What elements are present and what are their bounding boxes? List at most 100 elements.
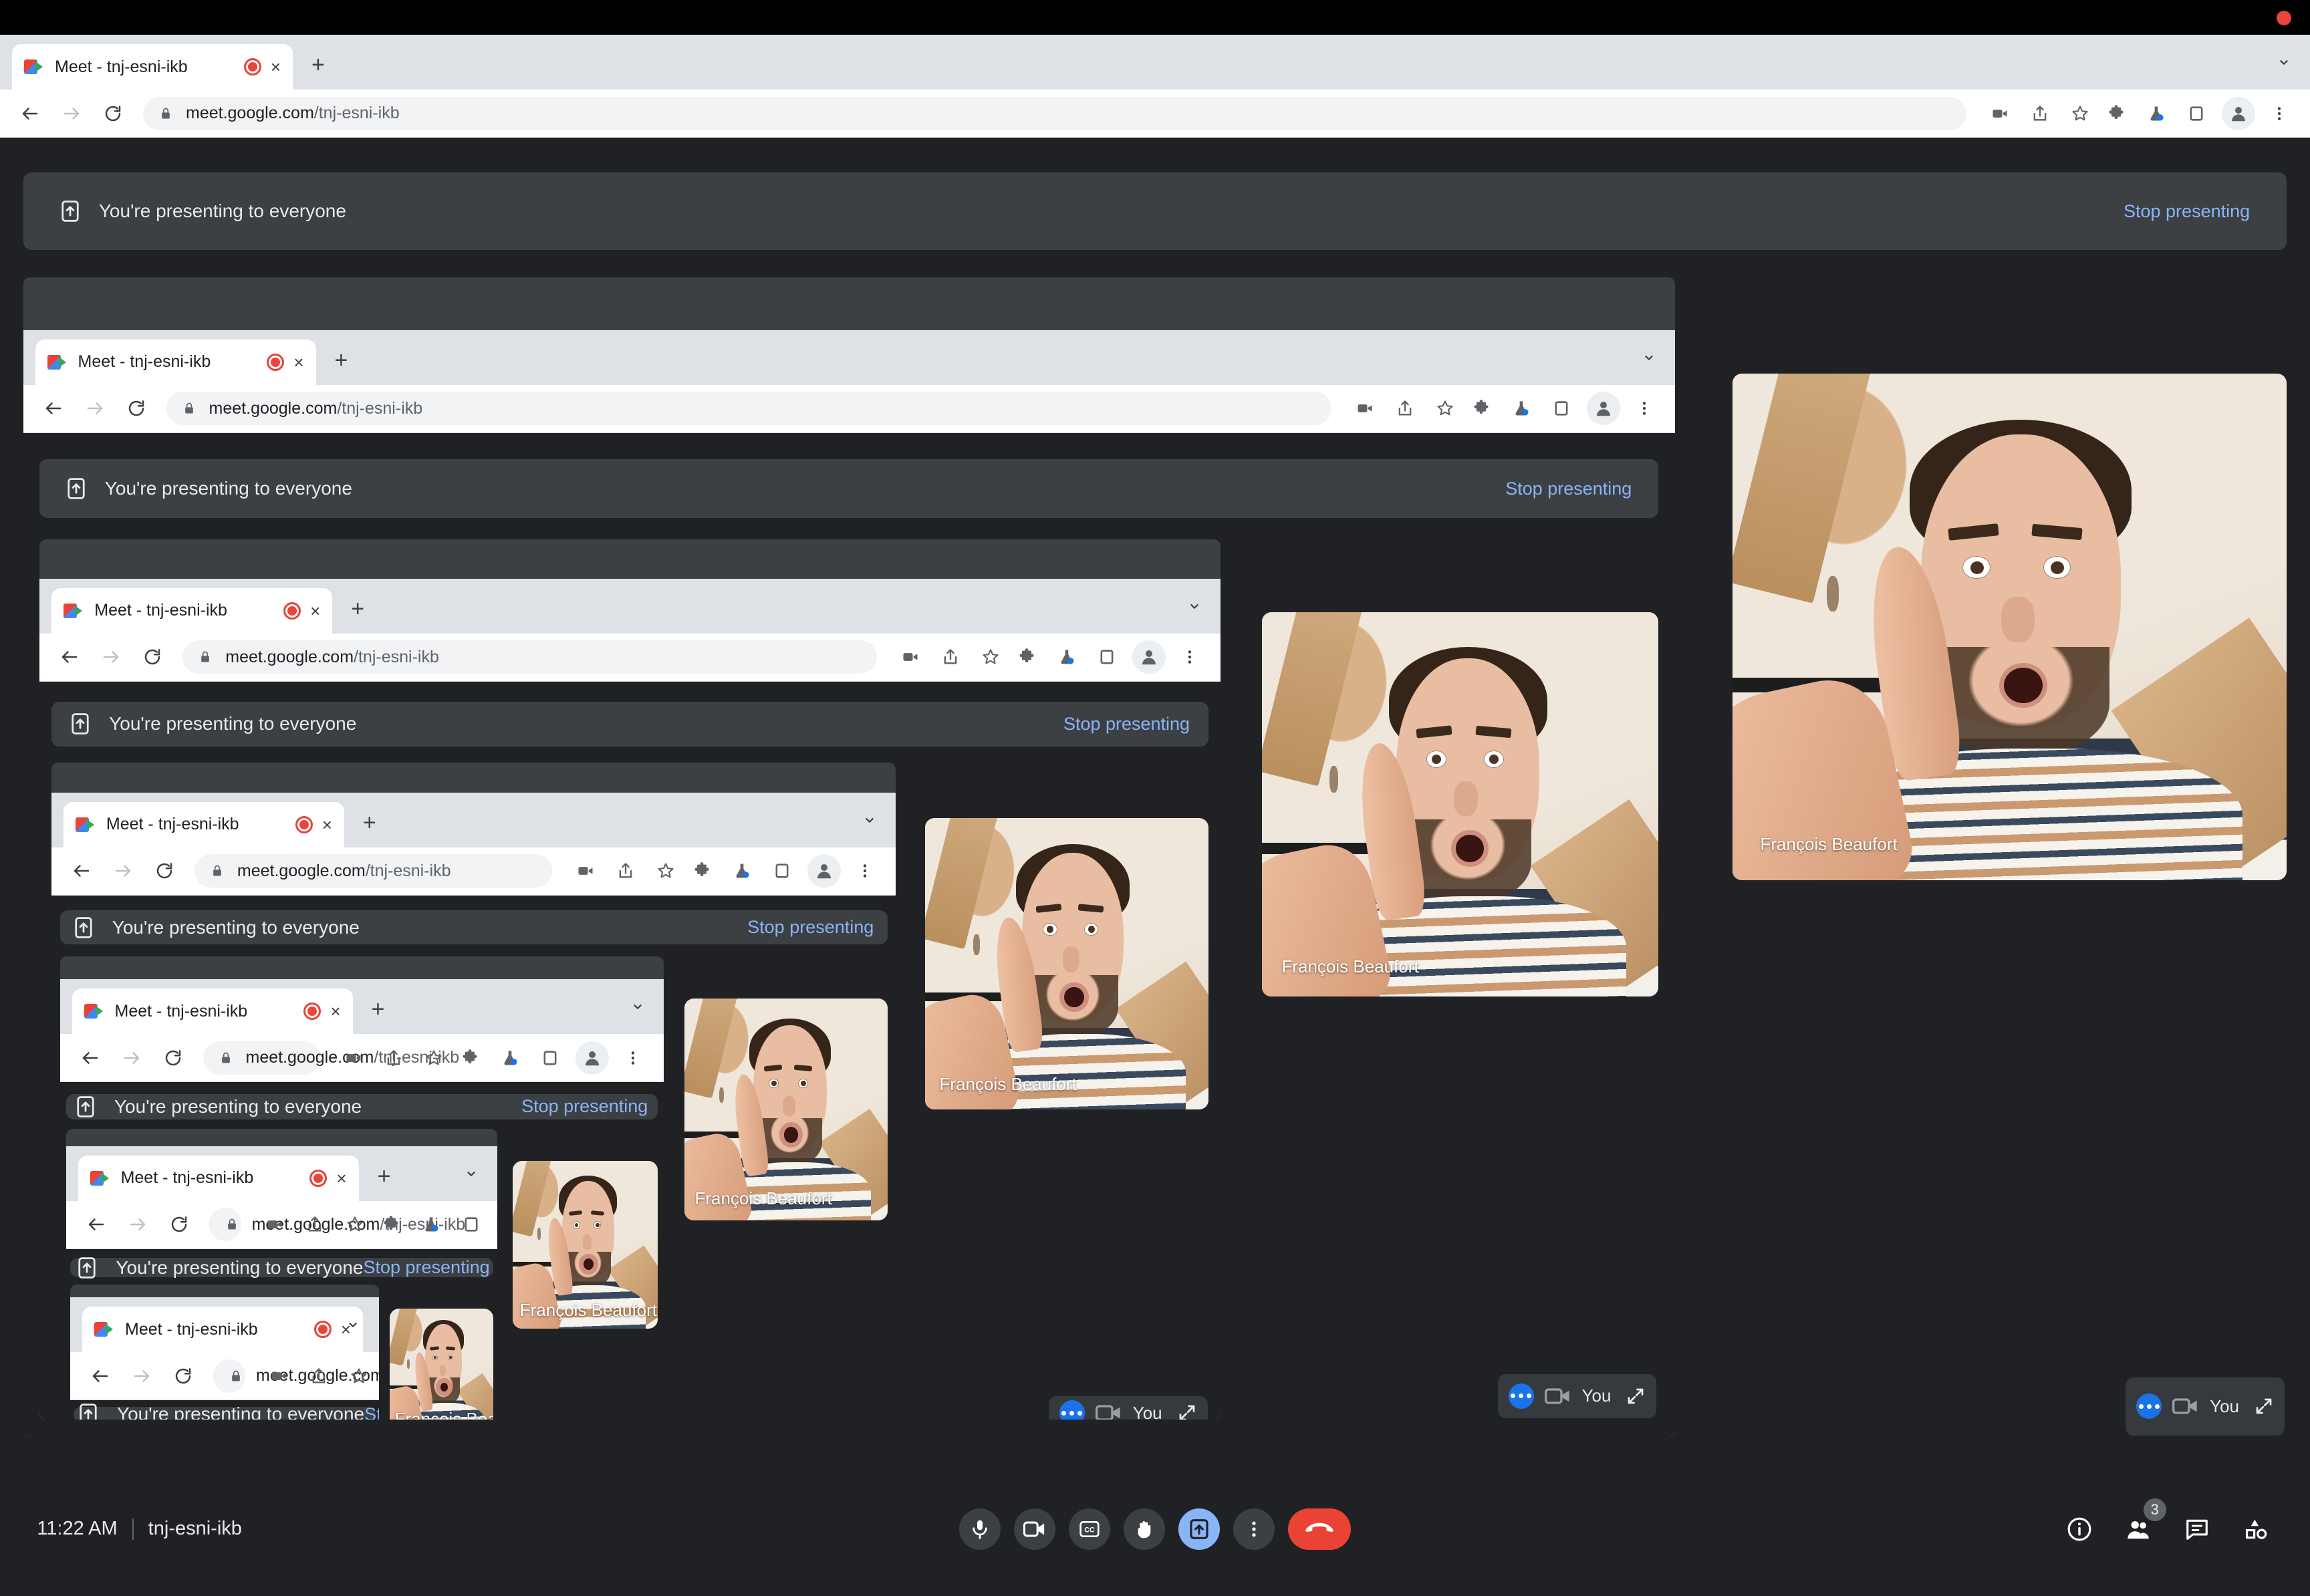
close-icon[interactable]: × [322, 816, 332, 833]
stop-presenting-button[interactable]: Stop presenting [747, 917, 874, 938]
participant-tile[interactable]: François Beaufort [512, 1160, 658, 1329]
side-panel-icon[interactable] [534, 1042, 566, 1074]
activities-button[interactable] [2238, 1512, 2273, 1547]
forward-arrow-icon[interactable] [116, 1043, 147, 1073]
more-dots-icon[interactable] [1059, 1400, 1085, 1420]
extensions-puzzle-icon[interactable] [686, 855, 718, 887]
video-camera-icon[interactable] [263, 1360, 295, 1392]
video-camera-icon[interactable] [1349, 392, 1381, 424]
side-panel-icon[interactable] [1545, 392, 1577, 424]
side-panel-icon[interactable] [2180, 98, 2212, 130]
reload-icon[interactable] [137, 642, 168, 672]
experiments-flask-icon[interactable] [415, 1208, 447, 1240]
extensions-puzzle-icon[interactable] [454, 1042, 486, 1074]
close-icon[interactable]: × [330, 1003, 340, 1020]
participants-button[interactable]: 3 [2121, 1498, 2166, 1547]
experiments-flask-icon[interactable] [1051, 641, 1083, 673]
chevron-down-icon[interactable] [346, 1317, 360, 1332]
stop-presenting-button[interactable]: Stop presenting [363, 1257, 489, 1278]
chevron-down-icon[interactable] [1642, 350, 1656, 365]
expand-arrows-icon[interactable] [1177, 1403, 1197, 1420]
browser-tab[interactable]: Meet - tnj-esni-ikb × [51, 587, 333, 634]
bookmark-star-icon[interactable] [1429, 392, 1461, 424]
chat-button[interactable] [2180, 1512, 2214, 1547]
video-camera-icon[interactable] [894, 641, 926, 673]
stop-presenting-button[interactable]: Stop presenting [521, 1096, 648, 1117]
share-icon[interactable] [299, 1208, 331, 1240]
more-dots-icon[interactable] [2136, 1393, 2162, 1420]
bookmark-star-icon[interactable] [418, 1042, 450, 1074]
browser-tab[interactable]: Meet - tnj-esni-ikb × [78, 1155, 359, 1201]
new-tab-button[interactable]: + [311, 53, 325, 76]
side-panel-icon[interactable] [455, 1208, 487, 1240]
close-icon[interactable]: × [310, 602, 320, 620]
share-icon[interactable] [610, 855, 642, 887]
new-tab-button[interactable]: + [351, 597, 364, 620]
reload-icon[interactable] [149, 855, 180, 886]
three-dot-menu-icon[interactable] [1174, 641, 1206, 673]
leave-call-button[interactable] [1288, 1508, 1351, 1550]
more-options-button[interactable] [1233, 1508, 1275, 1550]
forward-arrow-icon[interactable] [126, 1361, 157, 1391]
more-dots-icon[interactable] [1508, 1383, 1534, 1409]
back-arrow-icon[interactable] [66, 855, 97, 886]
self-view-pill[interactable]: You [1048, 1395, 1208, 1420]
reload-icon[interactable] [168, 1361, 199, 1391]
forward-arrow-icon[interactable] [80, 393, 110, 424]
experiments-flask-icon[interactable] [494, 1042, 526, 1074]
share-icon[interactable] [934, 641, 967, 673]
stop-presenting-button[interactable]: Stop presenting [1063, 714, 1190, 735]
browser-tab[interactable]: Meet - tnj-esni-ikb × [72, 988, 353, 1035]
stop-presenting-button[interactable]: Stop presenting [1505, 479, 1632, 499]
new-tab-button[interactable]: + [335, 349, 348, 372]
screen-share-surface[interactable]: Meet - tnj-esni-ikb × + meet.google.com/… [51, 762, 896, 1420]
participant-tile[interactable]: François Beaufort [684, 999, 888, 1220]
address-bar[interactable]: meet.google.com/tnj-esni-ikb [203, 1041, 459, 1075]
profile-avatar-icon[interactable] [1132, 640, 1166, 674]
extensions-puzzle-icon[interactable] [2100, 98, 2132, 130]
screen-share-surface[interactable]: Meet - tnj-esni-ikb × + meet.google.com/… [39, 539, 1221, 1420]
close-icon[interactable]: × [293, 354, 303, 371]
share-icon[interactable] [1389, 392, 1421, 424]
captions-button[interactable]: CC [1069, 1508, 1110, 1550]
chevron-down-icon[interactable] [1187, 599, 1202, 614]
share-icon[interactable] [303, 1360, 335, 1392]
back-arrow-icon[interactable] [85, 1361, 116, 1391]
side-panel-icon[interactable] [766, 855, 798, 887]
browser-tab[interactable]: Meet - tnj-esni-ikb × [12, 44, 293, 90]
video-camera-icon[interactable] [259, 1208, 291, 1240]
side-panel-icon[interactable] [1091, 641, 1123, 673]
profile-avatar-icon[interactable] [2222, 96, 2255, 130]
participant-tile[interactable]: François Beaufort [389, 1309, 493, 1420]
three-dot-menu-icon[interactable] [617, 1042, 649, 1074]
share-icon[interactable] [378, 1042, 410, 1074]
address-bar[interactable]: meet.google.com/tnj-esni-ikb [213, 1359, 379, 1393]
address-bar[interactable]: meet.google.com/tnj-esni-ikb [182, 640, 878, 674]
forward-arrow-icon[interactable] [108, 855, 138, 886]
stop-presenting-button[interactable]: Stop presenting [2124, 201, 2250, 222]
extensions-puzzle-icon[interactable] [1465, 392, 1497, 424]
experiments-flask-icon[interactable] [1505, 392, 1537, 424]
forward-arrow-icon[interactable] [96, 642, 126, 672]
self-view-pill[interactable]: You [1497, 1373, 1657, 1418]
three-dot-menu-icon[interactable] [1628, 392, 1660, 424]
profile-avatar-icon[interactable] [1586, 392, 1620, 426]
close-icon[interactable]: × [336, 1170, 346, 1187]
chevron-down-icon[interactable] [2277, 55, 2291, 70]
address-bar[interactable]: meet.google.com/tnj-esni-ikb [166, 392, 1331, 426]
experiments-flask-icon[interactable] [2140, 98, 2172, 130]
profile-avatar-icon[interactable] [496, 1208, 498, 1242]
experiments-flask-icon[interactable] [726, 855, 758, 887]
browser-tab[interactable]: Meet - tnj-esni-ikb × [35, 339, 316, 385]
back-arrow-icon[interactable] [81, 1209, 112, 1240]
reload-icon[interactable] [98, 98, 128, 129]
microphone-button[interactable] [959, 1508, 1001, 1550]
address-bar[interactable]: meet.google.com/tnj-esni-ikb [209, 1208, 465, 1242]
bookmark-star-icon[interactable] [339, 1208, 371, 1240]
reload-icon[interactable] [158, 1043, 188, 1073]
back-arrow-icon[interactable] [75, 1043, 106, 1073]
forward-arrow-icon[interactable] [56, 98, 87, 129]
chevron-down-icon[interactable] [862, 813, 877, 827]
raise-hand-button[interactable] [1124, 1508, 1165, 1550]
new-tab-button[interactable]: + [372, 998, 385, 1021]
